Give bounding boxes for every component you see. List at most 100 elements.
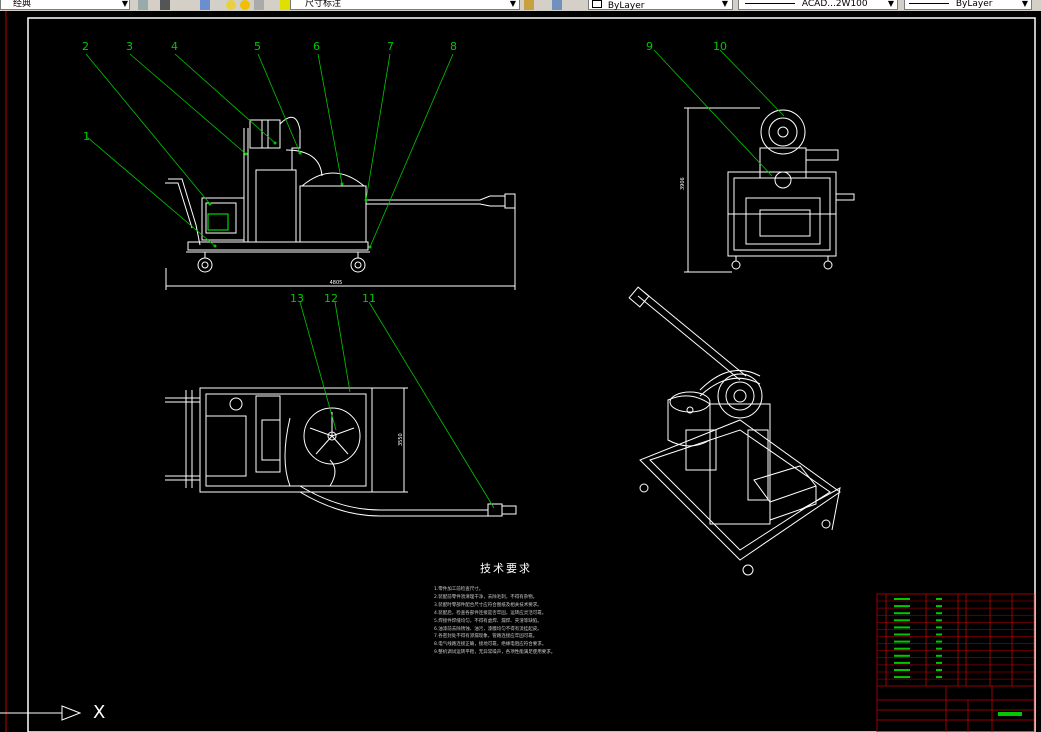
ucs-x-label: X [93,702,106,723]
balloon-2: 2 [82,40,89,53]
front-view [165,116,516,290]
side-view [684,107,855,273]
technical-notes: 1.零件加工前检查尺寸。 2.装配前零件须清理干净，去除毛刺，不得有杂物。 3.装配… [434,586,684,657]
chevron-down-icon[interactable]: ▼ [508,0,518,10]
title-block-cell-mark [894,619,910,622]
balloon-8: 8 [450,40,457,53]
balloon-6: 6 [313,40,320,53]
iso-tank [667,395,711,447]
isometric-view [628,286,841,576]
tank-blades [309,412,355,455]
title-block-cell-mark [936,640,942,643]
bulb-icon[interactable] [226,0,236,10]
dim-style-combo[interactable]: 尺寸标注 [290,0,520,10]
chevron-down-icon[interactable]: ▼ [886,0,896,10]
balloons-front: 1 2 3 4 5 6 7 8 [82,40,457,143]
layer-states-icon[interactable] [552,0,562,10]
color-swatch [592,0,602,8]
chevron-down-icon[interactable]: ▼ [720,0,730,10]
top-view [165,387,517,517]
balloon-9: 9 [646,40,653,53]
title-block-cell-mark [936,598,942,600]
balloon-12: 12 [324,292,338,305]
workspace-combo[interactable]: 经典 [0,0,130,10]
layers-icon[interactable] [200,0,210,10]
title-block-cell-mark [936,654,942,657]
chevron-down-icon[interactable]: ▼ [1020,0,1030,10]
workspace-value: 经典 [13,0,32,9]
linetype-sample [745,3,795,4]
title-block-cell-mark [936,647,942,650]
title-block-cell-mark [936,676,942,679]
hose [366,195,505,201]
layer-color-icon[interactable] [280,0,290,10]
title-block-cell-mark [894,676,910,679]
title-block-cell-mark [936,626,942,629]
note-line: 8.电气线路连接正确，接地可靠，绝缘电阻应符合要求。 [434,642,547,648]
iso-engine [753,465,817,503]
notes-title: 技术要求 [480,562,532,575]
title-block-cell-mark [936,605,942,608]
lineweight-combo[interactable]: ByLayer [904,0,1032,10]
title-block-cell-mark [936,619,942,622]
balloon-3: 3 [126,40,133,53]
dim-side-height: 3906 [680,177,686,190]
tank [299,185,367,243]
grid-icon[interactable] [138,0,148,10]
wheel-left [197,257,213,273]
title-block-cell-mark [894,605,910,608]
balloon-7: 7 [387,40,394,53]
lineweight-value: ByLayer [955,0,993,9]
title-block-cell-mark [894,661,910,664]
balloons-top: 13 12 11 [290,292,376,305]
color-value: ByLayer [607,1,645,11]
title-block-cell-mark [894,612,910,615]
save-icon[interactable] [160,0,170,10]
sun-icon[interactable] [240,0,250,10]
duct [279,116,301,170]
lock-icon[interactable] [254,0,264,10]
wheel-right [350,257,366,273]
iso-handle [799,487,841,531]
title-block-cell-mark [894,598,910,600]
layer-prev-icon[interactable] [524,0,534,10]
balloon-5: 5 [254,40,261,53]
title-block-cell-mark [894,669,910,671]
title-block-cell-mark [894,626,910,629]
balloons-side: 9 10 [646,40,727,53]
leader-lines-top [299,301,495,509]
note-line: 7.各密封处不得有渗漏现象，管路连接应牢固可靠。 [434,634,538,640]
drawing-canvas[interactable]: 4805 1 2 3 4 5 6 7 8 3906 9 10 3550 13 1… [0,11,1041,732]
note-line: 6.油漆前去除锈蚀、油污，漆膜均匀不得有流挂起皮。 [434,626,542,632]
note-line: 4.装配后，检查各部件连接是否牢固，运转应灵活可靠。 [434,610,547,616]
title-block-cell-mark [936,669,942,671]
title-block-cell-mark [894,640,910,643]
top-engine [205,415,247,477]
note-line: 3.装配时零部件配合尺寸应符合图纸及相关技术要求。 [434,602,542,608]
dim-front-width: 4805 [330,280,343,286]
title-block-cell-mark [936,633,942,636]
balloon-1: 1 [83,130,90,143]
note-line: 1.零件加工前检查尺寸。 [434,587,484,592]
center-box [255,169,297,243]
balloon-4: 4 [171,40,178,53]
balloon-10: 10 [713,40,727,53]
title-block-cell-mark [936,661,942,664]
linetype-combo[interactable]: ACAD...2W100 [738,0,898,10]
leader-lines-front [85,53,454,248]
color-combo[interactable]: ByLayer [588,0,733,11]
title-block-cell-mark [936,612,942,615]
note-line: 2.装配前零件须清理干净，去除毛刺，不得有杂物。 [434,594,538,600]
title-block-name-mark [998,712,1022,716]
balloon-13: 13 [290,292,304,305]
balloon-11: 11 [362,292,376,305]
title-block-cell-mark [894,654,910,657]
iso-hose [637,295,741,381]
dim-top-height: 3550 [398,433,404,446]
leader-lines-side [653,49,785,177]
chevron-down-icon[interactable]: ▼ [120,0,130,10]
dim-style-value: 尺寸标注 [305,0,342,9]
title-block-cell-mark [894,633,910,636]
note-line: 9.整机调试运转平稳，无异常噪声，各项性能满足使用要求。 [434,650,556,656]
note-line: 5.焊接件焊缝均匀，不得有虚焊、漏焊、夹渣等缺陷。 [434,618,542,624]
